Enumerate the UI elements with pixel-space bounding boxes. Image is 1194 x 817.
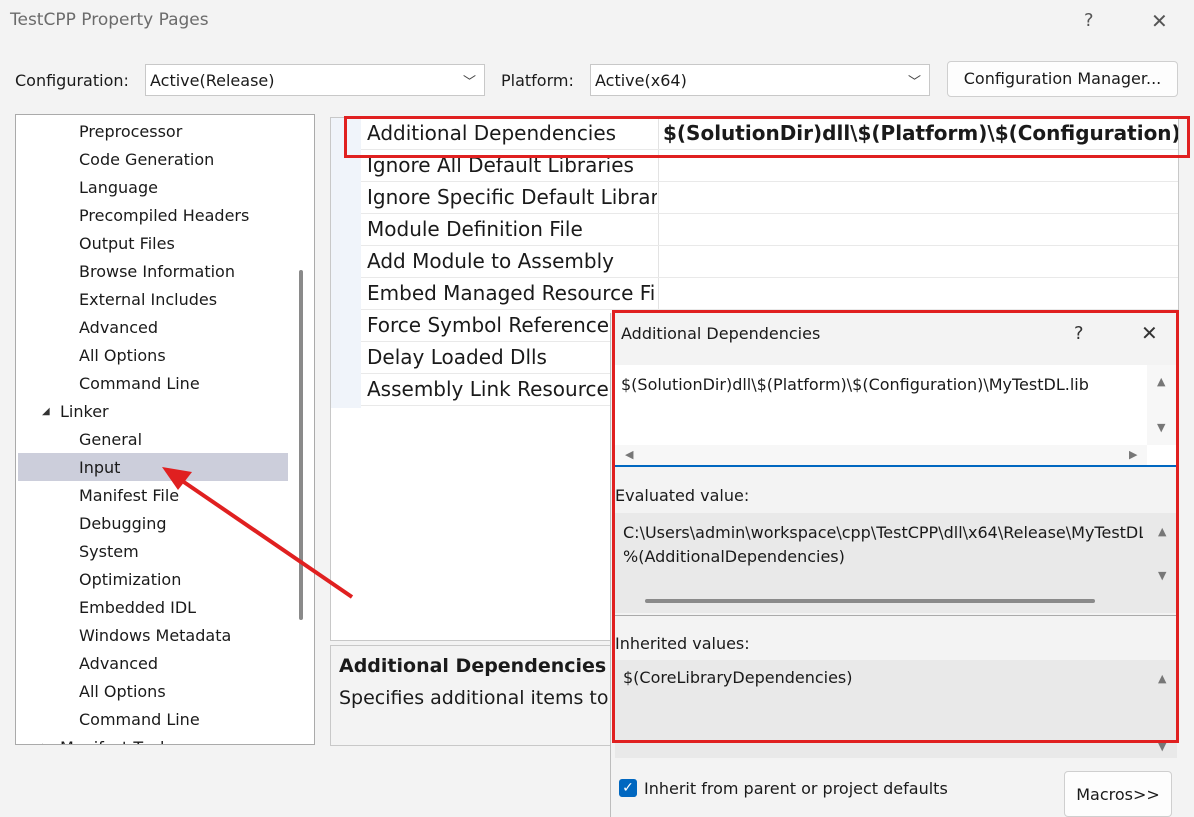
arrow-shaft	[176, 476, 354, 599]
annotation-arrow	[162, 467, 354, 599]
